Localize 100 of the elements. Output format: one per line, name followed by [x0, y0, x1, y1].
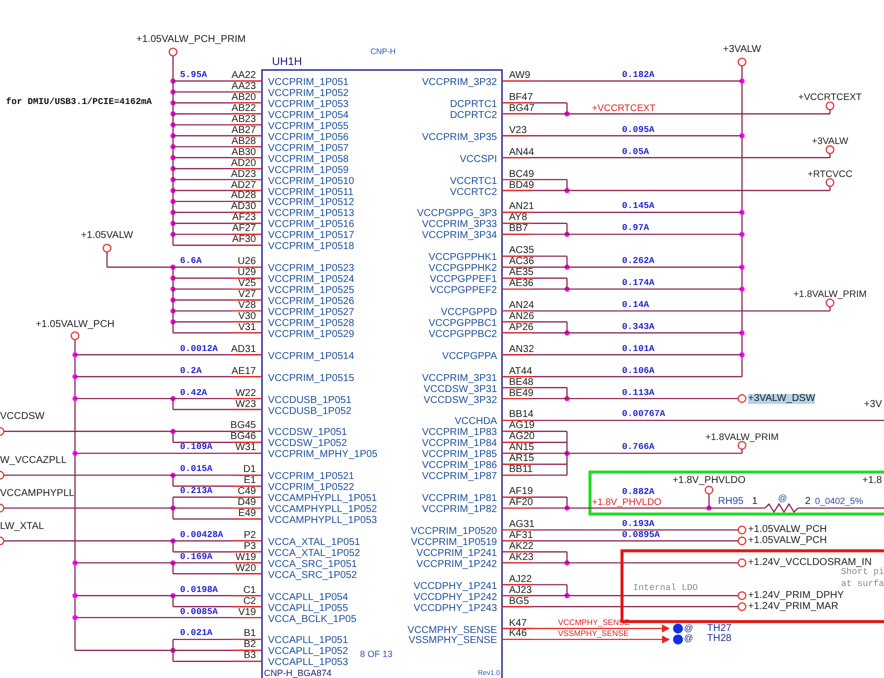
pin-number: AB30	[232, 148, 256, 158]
pin-number: U29	[238, 268, 256, 278]
pin-number: AB20	[232, 92, 256, 103]
pin-name: VCCHDA	[454, 417, 497, 428]
pin-name: DCPRTC2	[450, 110, 497, 121]
pin-name: VCCPRIM_1P0514	[268, 352, 354, 362]
current-label: 0.42A	[180, 388, 208, 398]
rail-label: +1.8	[862, 476, 882, 486]
pin-number: AE36	[509, 279, 534, 290]
pin-number: AG20	[509, 432, 535, 442]
pin-number: AK22	[509, 542, 534, 552]
pin-number: AN44	[509, 148, 534, 158]
pin-number: W20	[235, 564, 256, 574]
rail-label: +1.05VALW_PCH	[748, 524, 827, 535]
net-label: +VCCRTCEXT	[592, 104, 656, 114]
current-label: 0.0895A	[622, 530, 660, 540]
pin-number: AD20	[230, 158, 256, 169]
pin-name: VCCAPLL_1P055	[268, 604, 348, 614]
pin-number: AD30	[230, 202, 256, 212]
pin-number: AF23	[232, 213, 256, 224]
current-label: 0.174A	[622, 279, 654, 288]
pin-name: VCCPRIM_3P35	[422, 132, 497, 143]
pin-name: VCCPRIM_1P0517	[268, 231, 354, 242]
pin-name: VCCPGPPHK2	[428, 264, 497, 274]
resistor-value: 0_0402_5%	[815, 497, 864, 506]
pin-number: V31	[238, 322, 256, 333]
current-label: 0.262A	[622, 257, 654, 266]
pin-name: VCCPGPPHK1	[428, 253, 497, 264]
pin-number: V27	[238, 290, 256, 300]
pin-name: VCCPRIM_1P0515	[268, 374, 354, 384]
pin-number: AA22	[232, 71, 256, 81]
net-label: VSSMPHY_SENSE	[558, 630, 629, 638]
pin-name: VCCAPLL_1P051	[268, 636, 348, 646]
pin-number: P3	[244, 542, 256, 552]
pin-name: VCCPGPPG_3P3	[416, 209, 497, 220]
current-label: 0.766A	[622, 443, 654, 452]
pin-number: AD28	[230, 191, 256, 202]
pin-name: VCCPRIM_3P32	[422, 78, 497, 88]
pin-name: VCCPRIM_1P0522	[268, 483, 354, 494]
current-label: 0.182A	[622, 71, 654, 80]
pin-number: 1	[752, 497, 758, 508]
pin-name: VCCPRIM_1P056	[268, 132, 349, 143]
pin-number: B3	[244, 651, 256, 662]
option-mark: @	[684, 624, 694, 632]
pin-name: VCCPRIM_3P33	[422, 220, 497, 230]
pin-name: VCCAPLL_1P052	[268, 647, 348, 658]
rail-label: LW_XTAL	[0, 522, 44, 532]
rail-label: +1.24V_PRIM_MAR	[748, 602, 838, 612]
pin-number: E1	[244, 476, 256, 486]
rail-label: +1.05VALW	[80, 231, 134, 242]
part-type: CNP-H	[370, 48, 396, 56]
footprint-label: CNP-H_BGA874	[264, 669, 332, 678]
pin-number: AF27	[232, 224, 256, 234]
pin-name: VCCPRIM_1P0519	[410, 538, 497, 548]
pin-number: AD31	[230, 344, 256, 355]
pin-name: VCCDSW_3P32	[424, 396, 497, 406]
pin-number: BG45	[230, 421, 256, 432]
current-label: 0.0085A	[180, 608, 218, 617]
pin-number: V30	[238, 312, 256, 322]
pin-name: VCCDPHY_1P242	[414, 592, 497, 603]
resistor-reference: RH95	[718, 497, 744, 508]
pin-number: AF20	[509, 498, 533, 508]
pin-name: VCCPRIM_1P242	[416, 560, 497, 570]
current-label: 0.05A	[622, 148, 650, 157]
option-mark: @	[684, 634, 694, 644]
note-text: for DMIU/USB3.1/PCIE=4162mA	[6, 98, 152, 107]
pin-name: VCCPRIM_1P87	[422, 472, 497, 482]
pin-number: AN21	[509, 202, 534, 212]
current-label: 0.213A	[180, 487, 212, 496]
pin-number: AF31	[509, 530, 533, 541]
pin-name: VCCPGPPEF1	[430, 275, 497, 286]
current-label: 0.106A	[622, 366, 654, 376]
pin-number: AP26	[509, 322, 534, 333]
pin-number: V23	[509, 126, 527, 136]
pin-name: VCCDUSB_1P052	[268, 406, 352, 416]
pin-number: V19	[238, 608, 256, 618]
pin-name: VCCPRIM_1P82	[422, 505, 497, 516]
part-reference: UH1H	[272, 57, 302, 68]
pin-number: AC35	[509, 246, 534, 256]
pin-name: VCCPGPPEF2	[430, 286, 497, 296]
page-label: 8 OF 13	[360, 650, 393, 659]
pin-number: E49	[238, 509, 256, 519]
pin-name: VCCPGPPD	[440, 308, 497, 318]
pin-number: AE35	[509, 268, 534, 278]
pin-name: VCCPGPPBC2	[428, 330, 497, 340]
rail-label: +1.8VALW_PRIM	[705, 432, 779, 442]
current-label: 0.00767A	[622, 410, 666, 420]
pin-name: VCCPRIM_1P0528	[268, 318, 354, 329]
current-label: 0.145A	[622, 202, 654, 212]
pin-number: AD23	[230, 170, 256, 180]
pin-name: VCCPRIM_1P0521	[268, 472, 354, 482]
pin-name: VCCDSW_3P31	[424, 384, 497, 395]
pin-name: VCCPRIM_1P0516	[268, 220, 354, 230]
option-mark: @	[778, 494, 788, 504]
rail-label: +VCCRTCEXT	[798, 93, 862, 103]
pin-name: DCPRTC1	[450, 100, 497, 110]
pin-number: K46	[509, 629, 527, 640]
net-label: +1.8V_PHVLDO	[592, 498, 662, 508]
pin-name: VCCAPLL_1P054	[268, 592, 348, 603]
pin-number: AB27	[232, 126, 256, 136]
